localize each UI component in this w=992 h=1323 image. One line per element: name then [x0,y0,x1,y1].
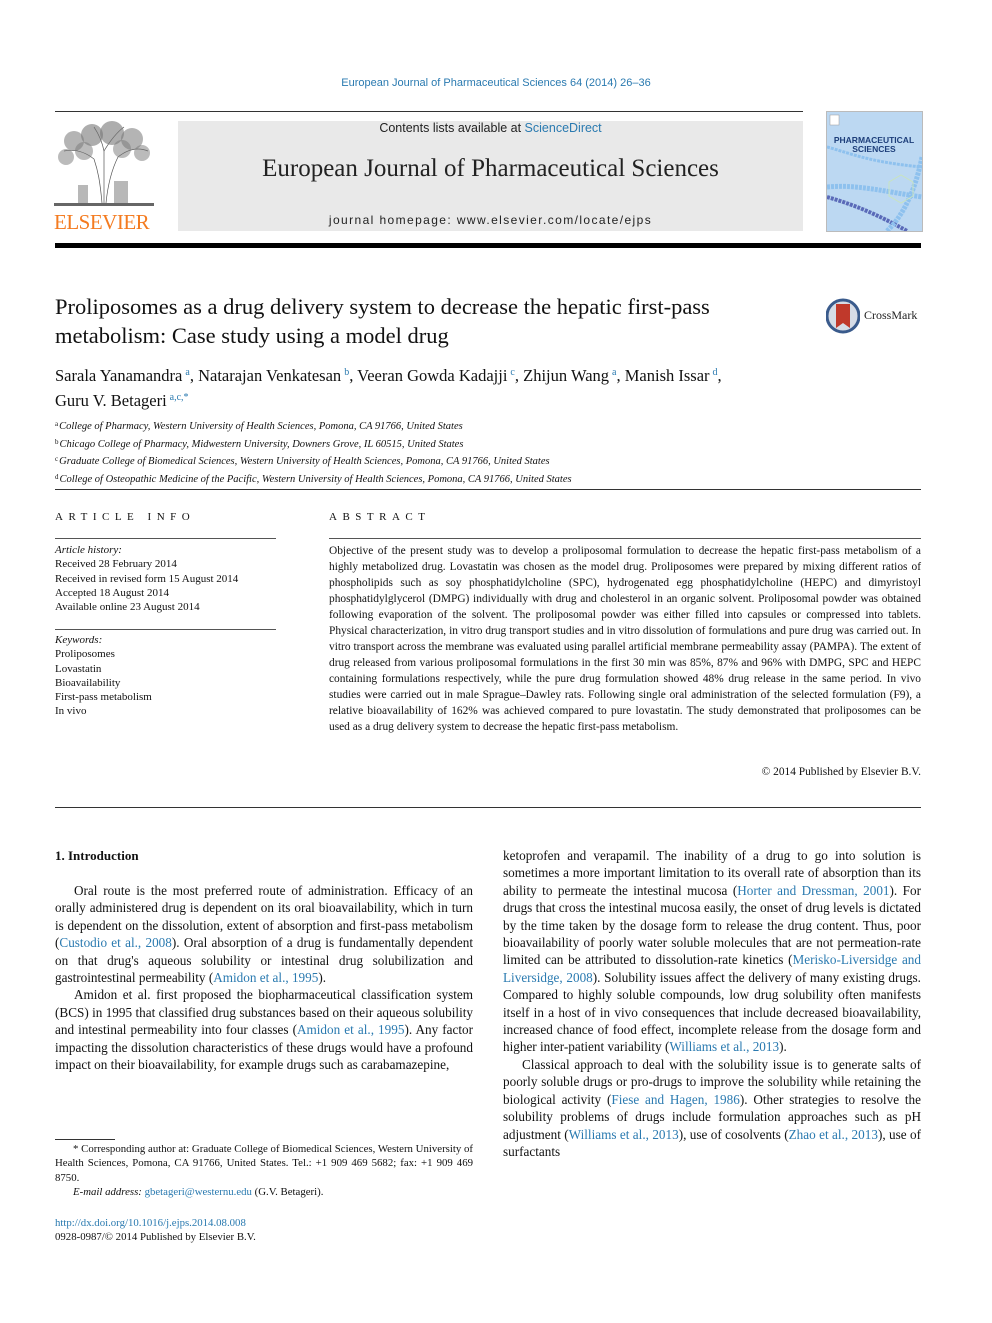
corresponding-author-note: * Corresponding author at: Graduate Coll… [55,1143,473,1184]
footnote-rule [55,1139,115,1140]
keyword-item: First-pass metabolism [55,691,152,704]
abstract-bottom-rule [55,807,921,808]
doi-block: http://dx.doi.org/10.1016/j.ejps.2014.08… [55,1216,473,1245]
crossmark-badge[interactable]: CrossMark [825,298,926,334]
keyword-item: Proliposomes [55,648,115,661]
keywords-rule [55,629,276,630]
author-name[interactable]: Manish Issar [625,366,710,385]
author-separator: , [514,366,524,385]
citation-link[interactable]: Horter and Dressman, 2001 [737,883,889,898]
intro-paragraph-2-start: Amidon et al. first proposed the biophar… [55,986,473,1073]
affiliation-item: aCollege of Pharmacy, Western University… [55,417,855,435]
intro-paragraph-1: Oral route is the most preferred route o… [55,882,473,986]
paragraph-text: ). [318,970,327,986]
issn-line: 0928-0987/© 2014 Published by Elsevier B… [55,1231,256,1244]
affiliation-text: Chicago College of Pharmacy, Midwestern … [59,438,464,450]
affiliation-list: aCollege of Pharmacy, Western University… [55,417,855,487]
citation-link[interactable]: Custodio et al., 2008 [59,935,171,950]
affiliation-key: a [55,420,59,428]
elsevier-tree-icon [54,121,154,209]
keywords-list: Proliposomes Lovastatin Bioavailability Fir… [55,647,285,718]
journal-cover-image: PHARMACEUTICAL SCIENCES [827,112,922,231]
journal-masthead: Contents lists available at ScienceDirec… [178,121,803,231]
author-separator: , [349,366,358,385]
body-column-right: ketoprofen and verapamil. The inability … [503,847,921,1160]
citation-link[interactable]: Fiese and Hagen, 1986 [611,1092,739,1107]
affiliation-key: c [55,455,59,463]
contents-line: Contents lists available at ScienceDirec… [178,121,803,135]
cover-title-line2: SCIENCES [852,144,896,154]
crossmark-label: CrossMark [864,308,918,322]
citation-link[interactable]: Amidon et al., 1995 [213,970,318,985]
article-history: Article history: Received 28 February 20… [55,543,285,614]
author-name[interactable]: Zhijun Wang [523,366,609,385]
author-separator: , [717,366,722,385]
abstract-rule [329,538,921,539]
header-thick-rule [55,243,921,248]
intro-paragraph-2-cont: ketoprofen and verapamil. The inability … [503,847,921,1056]
intro-paragraph-3: Classical approach to deal with the solu… [503,1056,921,1160]
header-rule [55,111,803,112]
affiliation-item: cGraduate College of Biomedical Sciences… [55,452,855,470]
journal-cover-thumbnail[interactable]: PHARMACEUTICAL SCIENCES [826,111,923,232]
history-item: Received 28 February 2014 [55,558,177,571]
affiliation-item: dCollege of Osteopathic Medicine of the … [55,470,855,488]
affiliation-key: d [55,472,59,481]
author-separator: , [616,366,625,385]
paragraph-text: ). [779,1039,787,1055]
paragraph-text: ), use of cosolvents ( [678,1126,789,1142]
abstract-copyright: © 2014 Published by Elsevier B.V. [761,766,921,778]
affiliation-text: Graduate College of Biomedical Sciences,… [59,456,550,467]
doi-link[interactable]: http://dx.doi.org/10.1016/j.ejps.2014.08… [55,1217,246,1229]
introduction-heading: 1. Introduction [55,848,139,863]
author-separator: , [189,366,199,385]
elsevier-wordmark: ELSEVIER [54,210,150,234]
email-link[interactable]: gbetageri@westernu.edu [145,1186,252,1198]
article-title: Proliposomes as a drug delivery system t… [55,294,710,348]
citation-link[interactable]: Williams et al., 2013 [669,1039,779,1054]
history-item: Received in revised form 15 August 2014 [55,572,239,585]
body-column-left: Oral route is the most preferred route o… [55,882,473,1073]
author-affiliation-marker[interactable]: a,c,* [170,392,189,403]
abstract-heading: ABSTRACT [329,511,431,523]
keyword-item: In vivo [55,705,87,718]
email-note: E-mail address: gbetageri@westernu.edu (… [55,1185,473,1199]
keyword-item: Bioavailability [55,676,121,689]
contents-prefix: Contents lists available at [379,121,525,135]
article-info-rule [55,538,276,539]
crossmark-icon [825,298,861,334]
history-item: Available online 23 August 2014 [55,601,200,614]
journal-citation-link[interactable]: European Journal of Pharmaceutical Scien… [0,77,992,89]
author-name[interactable]: Natarajan Venkatesan [198,366,341,385]
article-history-list: Received 28 February 2014 Received in rev… [55,557,285,614]
sciencedirect-link[interactable]: ScienceDirect [525,121,602,135]
journal-name: European Journal of Pharmaceutical Scien… [262,155,719,182]
history-item: Accepted 18 August 2014 [55,586,169,599]
affiliation-text: College of Pharmacy, Western University … [59,421,463,432]
citation-link[interactable]: Williams et al., 2013 [569,1127,679,1142]
citation-link[interactable]: Zhao et al., 2013 [789,1127,878,1142]
keywords-label: Keywords: [55,634,103,646]
citation-link[interactable]: Amidon et al., 1995 [297,1022,404,1037]
author-name[interactable]: Guru V. Betageri [55,391,167,410]
keyword-item: Lovastatin [55,662,102,675]
email-label: E-mail address: [73,1186,145,1199]
author-name[interactable]: Sarala Yanamandra [55,366,182,385]
abstract-text: Objective of the present study was to de… [329,545,921,733]
affiliation-key: b [55,437,59,446]
elsevier-logo[interactable]: ELSEVIER [54,121,156,234]
footnotes: * Corresponding author at: Graduate Coll… [55,1142,473,1200]
article-history-label: Article history: [55,544,122,556]
affiliation-text: College of Osteopathic Medicine of the P… [59,473,572,485]
journal-homepage[interactable]: journal homepage: www.elsevier.com/locat… [178,213,803,227]
email-suffix: (G.V. Betageri). [251,1186,324,1199]
article-info-heading: ARTICLE INFO [55,511,196,523]
section-rule [55,489,921,490]
keywords: Keywords: Proliposomes Lovastatin Bioavail… [55,633,285,719]
author-name[interactable]: Veeran Gowda Kadajji [357,366,507,385]
author-list: Sarala Yanamandra a, Natarajan Venkatesan… [55,362,925,412]
affiliation-item: bChicago College of Pharmacy, Midwestern… [55,435,855,453]
